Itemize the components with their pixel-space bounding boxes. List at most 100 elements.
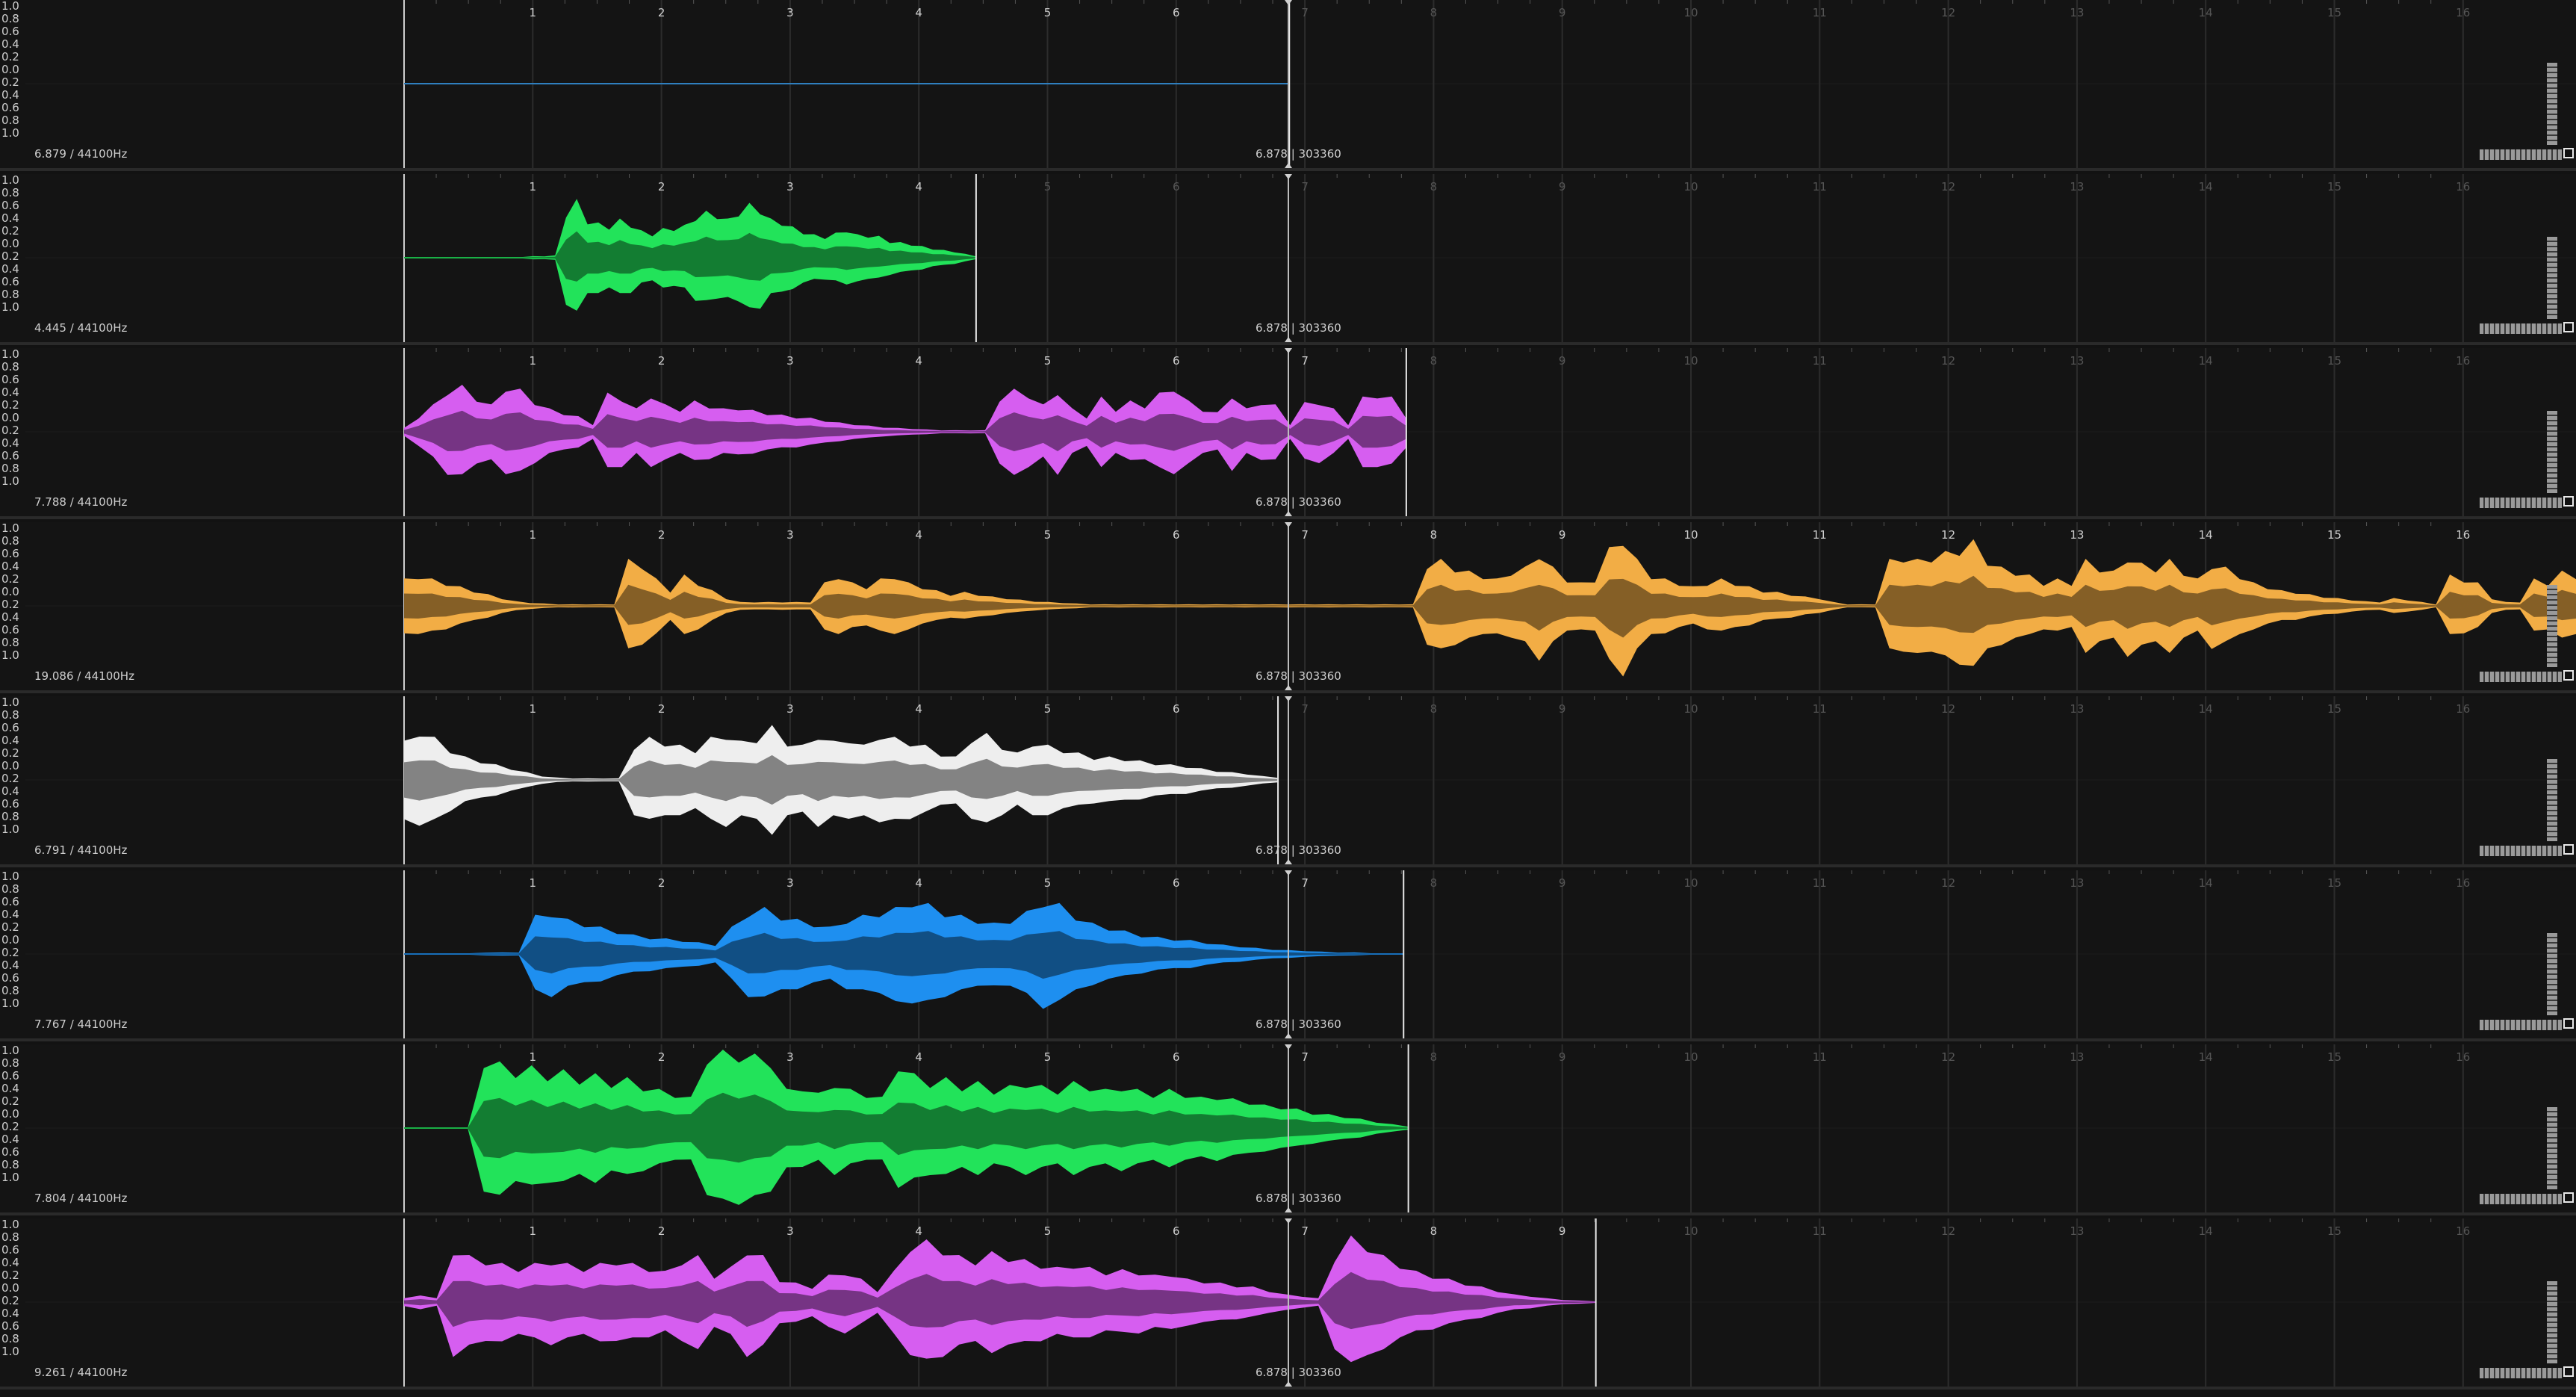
time-ruler-label: 11 <box>1813 6 1827 19</box>
time-ruler-label: 6 <box>1173 354 1180 368</box>
time-ruler-label: 15 <box>2327 1224 2341 1238</box>
zoom-slider[interactable] <box>2480 498 2562 508</box>
playhead-marker-bottom <box>1285 859 1292 864</box>
track-select-checkbox[interactable] <box>2563 1192 2574 1203</box>
waveform-canvas[interactable]: 1 2 3 4 5 6 7 8 9 10 11 12 13 14 15 16 <box>0 696 2576 864</box>
track[interactable]: 1.0 0.8 0.6 0.4 0.2 0.0 0.2 0.4 0.6 0.8 1.0 1 2 3 4 5 6 7… <box>0 174 2576 345</box>
time-ruler-label: 6 <box>1173 180 1180 193</box>
level-meter <box>2547 1107 2557 1189</box>
time-ruler-label: 7 <box>1301 6 1309 19</box>
playhead-marker-top <box>1285 870 1292 876</box>
time-ruler-label: 6 <box>1173 702 1180 716</box>
time-ruler-label: 1 <box>530 180 537 193</box>
track-select-checkbox[interactable] <box>2563 1366 2574 1377</box>
time-ruler-label: 15 <box>2327 1050 2341 1064</box>
track-select-checkbox[interactable] <box>2563 148 2574 158</box>
zoom-slider[interactable] <box>2480 1020 2562 1030</box>
track[interactable]: 1.0 0.8 0.6 0.4 0.2 0.0 0.2 0.4 0.6 0.8 1.0 1 2 3 4 5 6 7… <box>0 1218 2576 1390</box>
waveform-canvas[interactable]: 1 2 3 4 5 6 7 8 9 10 11 12 13 14 15 16 <box>0 870 2576 1038</box>
track-select-checkbox[interactable] <box>2563 844 2574 855</box>
time-ruler-label: 12 <box>1941 528 1955 542</box>
zoom-slider[interactable] <box>2480 323 2562 334</box>
time-ruler-label: 12 <box>1941 180 1955 193</box>
waveform-canvas[interactable]: 1 2 3 4 5 6 7 8 9 10 11 12 13 14 15 16 <box>0 522 2576 690</box>
track[interactable]: 1.0 0.8 0.6 0.4 0.2 0.0 0.2 0.4 0.6 0.8 1.0 1 2 3 4 5 6 7… <box>0 1044 2576 1215</box>
cursor-readout: 6.878 | 303360 <box>1256 495 1341 509</box>
time-ruler-label: 4 <box>915 180 922 193</box>
time-ruler-label: 14 <box>2199 1050 2213 1064</box>
time-ruler-label: 15 <box>2327 528 2341 542</box>
playhead-marker-top <box>1285 696 1292 701</box>
waveform-canvas[interactable]: 1 2 3 4 5 6 7 8 9 10 11 12 13 14 15 16 <box>0 1218 2576 1387</box>
time-ruler-label: 12 <box>1941 6 1955 19</box>
zoom-slider[interactable] <box>2480 846 2562 856</box>
waveform-canvas[interactable]: 1 2 3 4 5 6 7 8 9 10 11 12 13 14 15 16 <box>0 174 2576 342</box>
time-ruler-label: 9 <box>1559 1224 1566 1238</box>
zoom-slider[interactable] <box>2480 149 2562 160</box>
time-ruler-label: 15 <box>2327 702 2341 716</box>
playhead-marker-top <box>1285 348 1292 353</box>
time-ruler-label: 10 <box>1683 1224 1698 1238</box>
time-ruler-label: 5 <box>1044 528 1052 542</box>
track[interactable]: 1.0 0.8 0.6 0.4 0.2 0.0 0.2 0.4 0.6 0.8 1.0 1 2 3 4 5 6 7… <box>0 522 2576 693</box>
time-ruler-label: 16 <box>2456 6 2470 19</box>
time-ruler-label: 9 <box>1559 6 1566 19</box>
waveform-canvas[interactable]: 1 2 3 4 5 6 7 8 9 10 11 12 13 14 15 16 <box>0 0 2576 168</box>
zoom-slider[interactable] <box>2480 672 2562 682</box>
time-ruler-label: 14 <box>2199 702 2213 716</box>
track-select-checkbox[interactable] <box>2563 670 2574 681</box>
playhead-marker-top <box>1285 522 1292 527</box>
time-ruler-label: 2 <box>658 528 665 542</box>
time-ruler-label: 14 <box>2199 6 2213 19</box>
time-ruler-label: 13 <box>2070 528 2084 542</box>
playhead-marker-top <box>1285 1044 1292 1050</box>
level-meter <box>2547 63 2557 145</box>
time-ruler-label: 7 <box>1301 1050 1309 1064</box>
time-ruler-label: 2 <box>658 354 665 368</box>
zoom-slider[interactable] <box>2480 1368 2562 1378</box>
time-ruler-label: 8 <box>1430 528 1438 542</box>
time-ruler-label: 1 <box>530 354 537 368</box>
track-select-checkbox[interactable] <box>2563 496 2574 507</box>
track-info: 19.086 / 44100Hz <box>34 669 134 683</box>
track-select-checkbox[interactable] <box>2563 322 2574 332</box>
time-ruler-label: 14 <box>2199 180 2213 193</box>
time-ruler-label: 16 <box>2456 528 2470 542</box>
zoom-slider[interactable] <box>2480 1194 2562 1204</box>
track-select-checkbox[interactable] <box>2563 1018 2574 1029</box>
time-ruler-label: 8 <box>1430 876 1438 890</box>
track[interactable]: 1.0 0.8 0.6 0.4 0.2 0.0 0.2 0.4 0.6 0.8 1.0 1 2 3 4 5 6 7… <box>0 870 2576 1041</box>
time-ruler-label: 9 <box>1559 702 1566 716</box>
time-ruler-label: 8 <box>1430 354 1438 368</box>
time-ruler-label: 16 <box>2456 1224 2470 1238</box>
time-ruler-label: 7 <box>1301 180 1309 193</box>
track[interactable]: 1.0 0.8 0.6 0.4 0.2 0.0 0.2 0.4 0.6 0.8 1.0 1 2 3 4 5 6 7… <box>0 696 2576 867</box>
level-meter <box>2547 411 2557 493</box>
time-ruler-label: 8 <box>1430 1224 1438 1238</box>
time-ruler-label: 9 <box>1559 1050 1566 1064</box>
time-ruler-label: 1 <box>530 1224 537 1238</box>
time-ruler-label: 10 <box>1683 876 1698 890</box>
track[interactable]: 1.0 0.8 0.6 0.4 0.2 0.0 0.2 0.4 0.6 0.8 1.0 1 2 3 4 5 6 7… <box>0 348 2576 519</box>
time-ruler-label: 3 <box>786 876 794 890</box>
track-info: 7.804 / 44100Hz <box>34 1192 128 1205</box>
cursor-readout: 6.878 | 303360 <box>1256 1192 1341 1205</box>
time-ruler-label: 11 <box>1813 1050 1827 1064</box>
playhead-marker-bottom <box>1285 337 1292 342</box>
time-ruler-label: 5 <box>1044 876 1052 890</box>
time-ruler-label: 4 <box>915 1224 922 1238</box>
time-ruler-label: 10 <box>1683 1050 1698 1064</box>
waveform-canvas[interactable]: 1 2 3 4 5 6 7 8 9 10 11 12 13 14 15 16 <box>0 1044 2576 1212</box>
time-ruler-label: 12 <box>1941 702 1955 716</box>
time-ruler-label: 5 <box>1044 702 1052 716</box>
playhead-marker-bottom <box>1285 1381 1292 1387</box>
waveform-canvas[interactable]: 1 2 3 4 5 6 7 8 9 10 11 12 13 14 15 16 <box>0 348 2576 516</box>
time-ruler-label: 2 <box>658 876 665 890</box>
track[interactable]: 1.0 0.8 0.6 0.4 0.2 0.0 0.2 0.4 0.6 0.8 1.0 1 2 3 4 5 6 7… <box>0 0 2576 171</box>
time-ruler-label: 6 <box>1173 1050 1180 1064</box>
time-ruler-label: 8 <box>1430 180 1438 193</box>
level-meter <box>2547 1281 2557 1363</box>
time-ruler-label: 15 <box>2327 6 2341 19</box>
time-ruler-label: 13 <box>2070 1224 2084 1238</box>
time-ruler-label: 4 <box>915 1050 922 1064</box>
